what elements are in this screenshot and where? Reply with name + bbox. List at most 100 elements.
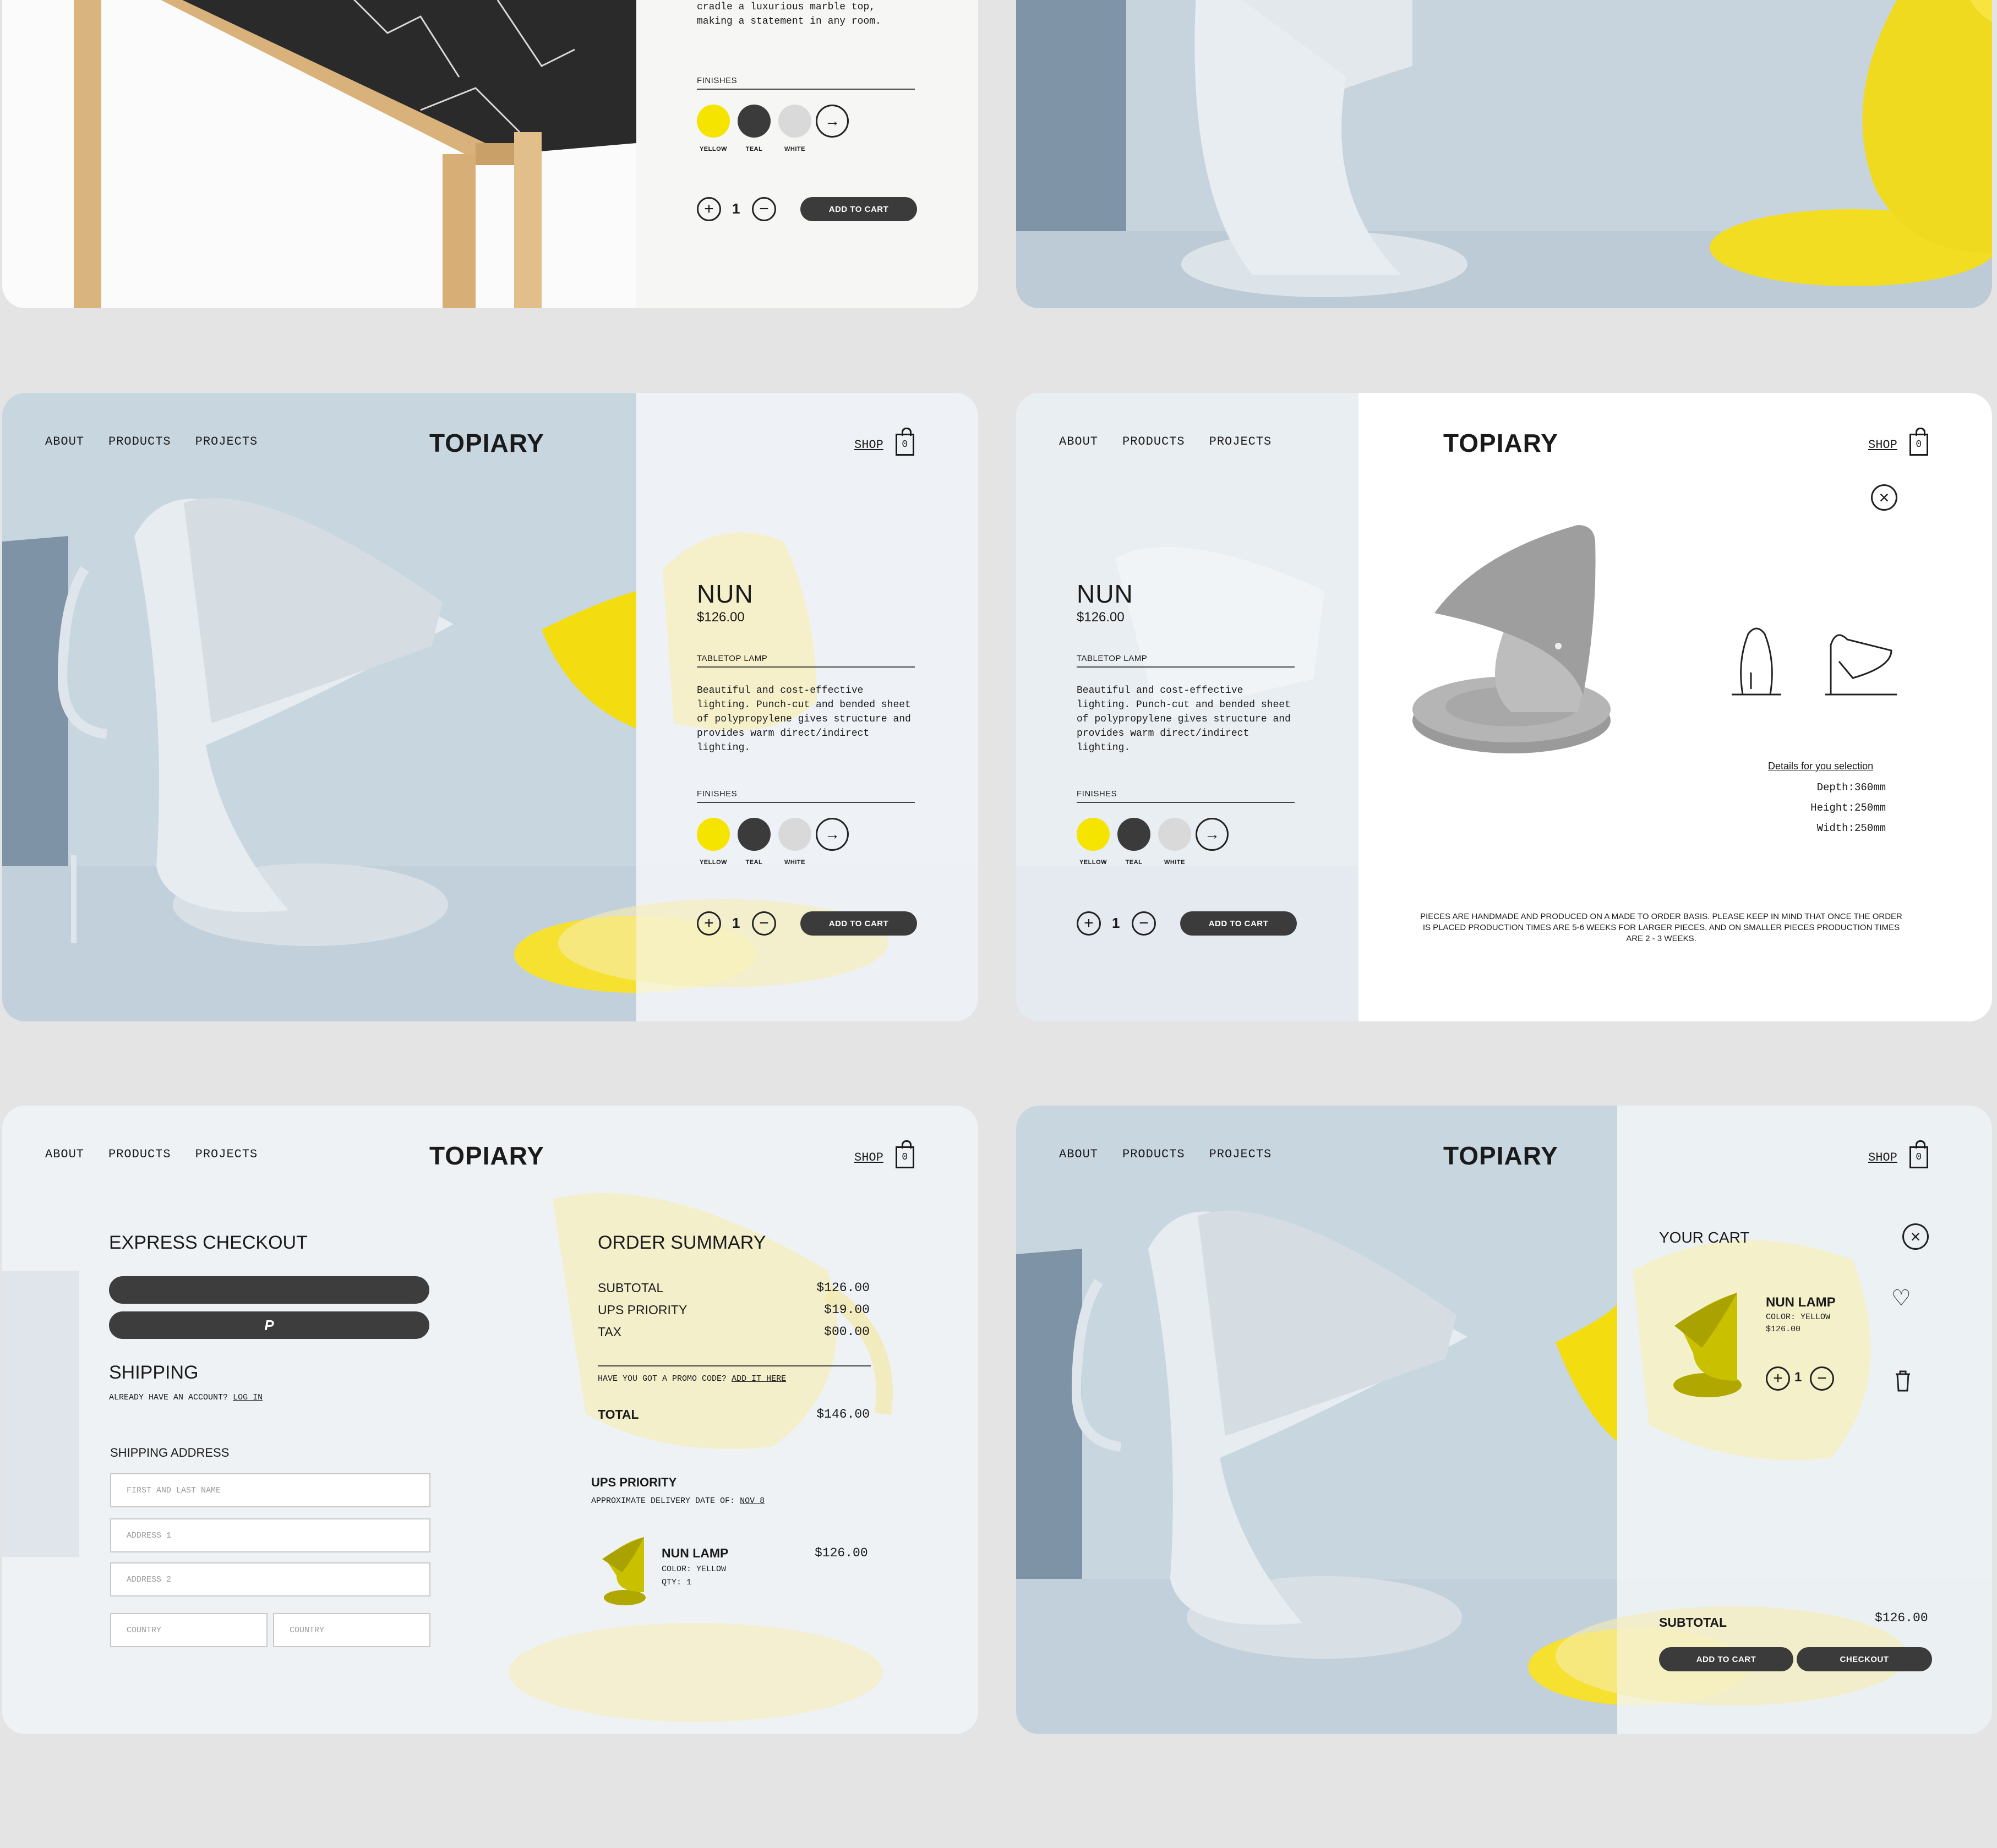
shop-label[interactable]: SHOP bbox=[1868, 1151, 1897, 1164]
apple-pay-button[interactable] bbox=[109, 1276, 429, 1304]
arrow-right-icon[interactable]: → bbox=[816, 105, 849, 138]
address2-field[interactable]: ADDRESS 2 bbox=[110, 1562, 430, 1597]
swatch-teal[interactable] bbox=[738, 818, 771, 851]
nav-products[interactable]: PRODUCTS bbox=[108, 435, 171, 449]
plus-icon[interactable]: + bbox=[1077, 911, 1101, 936]
delivery-date[interactable]: NOV 8 bbox=[740, 1496, 765, 1506]
promo-link[interactable]: ADD IT HERE bbox=[732, 1374, 786, 1384]
order-summary-title: ORDER SUMMARY bbox=[598, 1232, 766, 1253]
checkout-button[interactable]: CHECKOUT bbox=[1797, 1647, 1932, 1671]
swatch-white[interactable] bbox=[778, 818, 811, 851]
cart-subtotal-value: $126.00 bbox=[1875, 1611, 1928, 1625]
bag-icon[interactable]: 0 bbox=[1909, 428, 1928, 456]
main-nav: ABOUT PRODUCTS PROJECTS bbox=[1059, 1147, 1272, 1161]
tax-row: TAX $00.00 bbox=[598, 1325, 870, 1339]
login-link[interactable]: LOG IN bbox=[233, 1393, 263, 1402]
quantity-value: 1 bbox=[732, 200, 740, 217]
swatch-yellow[interactable] bbox=[697, 105, 730, 138]
arrow-right-icon[interactable]: → bbox=[1196, 818, 1229, 851]
shop-label[interactable]: SHOP bbox=[854, 438, 883, 452]
delivery-prompt-text: APPROXIMATE DELIVERY DATE OF: bbox=[591, 1496, 735, 1506]
add-to-cart-button[interactable]: ADD TO CART bbox=[800, 911, 917, 936]
country-field[interactable]: COUNTRY bbox=[110, 1613, 268, 1647]
nav-about[interactable]: ABOUT bbox=[1059, 435, 1098, 449]
swatch-label: YELLOW bbox=[1079, 859, 1107, 866]
cart-add-to-cart-button[interactable]: ADD TO CART bbox=[1659, 1647, 1793, 1671]
bag-icon[interactable]: 0 bbox=[895, 1140, 914, 1168]
product-details-card: ABOUT PRODUCTS PROJECTS TOPIARY SHOP 0 NU… bbox=[1016, 393, 1992, 1021]
nav-projects[interactable]: PROJECTS bbox=[1209, 1147, 1272, 1161]
main-nav: ABOUT PRODUCTS PROJECTS bbox=[45, 1147, 258, 1161]
nav-products[interactable]: PRODUCTS bbox=[108, 1147, 171, 1161]
nav-projects[interactable]: PROJECTS bbox=[195, 1147, 258, 1161]
product-name: NUN bbox=[1077, 579, 1133, 608]
swatch-label: YELLOW bbox=[699, 859, 728, 866]
name-field[interactable]: FIRST AND LAST NAME bbox=[110, 1473, 430, 1507]
paypal-button[interactable]: P bbox=[109, 1311, 429, 1339]
nav-products[interactable]: PRODUCTS bbox=[1122, 1147, 1185, 1161]
logo[interactable]: TOPIARY bbox=[1443, 1141, 1558, 1171]
main-nav: ABOUT PRODUCTS PROJECTS bbox=[45, 435, 258, 449]
minus-icon[interactable]: − bbox=[752, 911, 776, 936]
swatch-white[interactable] bbox=[778, 105, 811, 138]
cart-card: ABOUT PRODUCTS PROJECTS TOPIARY SHOP 0 YO… bbox=[1016, 1106, 1992, 1734]
delivery-prompt: APPROXIMATE DELIVERY DATE OF: NOV 8 bbox=[591, 1496, 765, 1506]
nav-about[interactable]: ABOUT bbox=[45, 435, 84, 449]
bag-icon[interactable]: 0 bbox=[1909, 1140, 1928, 1168]
details-link[interactable]: Details for you selection bbox=[1768, 761, 1873, 772]
heart-icon[interactable]: ♡ bbox=[1891, 1287, 1911, 1309]
paypal-icon: P bbox=[264, 1316, 274, 1333]
express-checkout-title: EXPRESS CHECKOUT bbox=[109, 1232, 308, 1253]
lamp-render bbox=[1412, 525, 1611, 753]
trash-icon[interactable] bbox=[1894, 1370, 1912, 1392]
nav-about[interactable]: ABOUT bbox=[1059, 1147, 1098, 1161]
add-to-cart-button[interactable]: ADD TO CART bbox=[1180, 911, 1297, 936]
logo[interactable]: TOPIARY bbox=[429, 1141, 544, 1171]
plus-icon[interactable]: + bbox=[1766, 1366, 1790, 1391]
address1-field[interactable]: ADDRESS 1 bbox=[110, 1518, 430, 1552]
total-row: TOTAL $146.00 bbox=[598, 1407, 870, 1422]
category-label: TABLETOP LAMP bbox=[1077, 654, 1295, 668]
shop-link[interactable]: SHOP 0 bbox=[854, 1140, 914, 1168]
minus-icon[interactable]: − bbox=[1132, 911, 1156, 936]
shop-link[interactable]: SHOP 0 bbox=[854, 428, 914, 456]
product-price: $126.00 bbox=[697, 610, 745, 625]
swatch-label: WHITE bbox=[784, 859, 805, 866]
plus-icon[interactable]: + bbox=[697, 911, 721, 936]
item-thumbnail bbox=[602, 1537, 646, 1605]
nav-about[interactable]: ABOUT bbox=[45, 1147, 84, 1161]
shop-label[interactable]: SHOP bbox=[854, 1151, 883, 1164]
minus-icon[interactable]: − bbox=[1810, 1366, 1834, 1391]
lamp-photo bbox=[1016, 0, 1992, 308]
width-value: Width:250mm bbox=[1816, 822, 1886, 834]
nav-products[interactable]: PRODUCTS bbox=[1122, 435, 1185, 449]
cart-title: YOUR CART bbox=[1659, 1229, 1750, 1246]
logo[interactable]: TOPIARY bbox=[429, 428, 544, 458]
swatch-yellow[interactable] bbox=[697, 818, 730, 851]
swatch-yellow[interactable] bbox=[1077, 818, 1110, 851]
nav-projects[interactable]: PROJECTS bbox=[195, 435, 258, 449]
shipping-value: $19.00 bbox=[824, 1303, 870, 1317]
country-field-2[interactable]: COUNTRY bbox=[273, 1613, 430, 1647]
shop-link[interactable]: SHOP 0 bbox=[1868, 1140, 1928, 1168]
add-to-cart-button[interactable]: ADD TO CART bbox=[800, 197, 917, 221]
swatch-white[interactable] bbox=[1158, 818, 1191, 851]
shop-link[interactable]: SHOP 0 bbox=[1868, 428, 1928, 456]
cart-count: 0 bbox=[902, 1152, 908, 1163]
tax-label: TAX bbox=[598, 1325, 622, 1339]
nav-projects[interactable]: PROJECTS bbox=[1209, 435, 1272, 449]
shop-label[interactable]: SHOP bbox=[1868, 438, 1897, 452]
swatch-label: WHITE bbox=[784, 146, 805, 152]
bag-icon[interactable]: 0 bbox=[895, 428, 914, 456]
summary-divider bbox=[598, 1365, 871, 1366]
close-icon[interactable]: × bbox=[1871, 484, 1897, 511]
lamp-line-drawings bbox=[1732, 627, 1897, 696]
swatch-teal[interactable] bbox=[738, 105, 771, 138]
lamp-hero-card bbox=[1016, 0, 1992, 308]
swatch-teal[interactable] bbox=[1117, 818, 1150, 851]
close-icon[interactable]: × bbox=[1902, 1223, 1929, 1250]
plus-icon[interactable]: + bbox=[697, 197, 721, 221]
minus-icon[interactable]: − bbox=[752, 197, 776, 221]
arrow-right-icon[interactable]: → bbox=[816, 818, 849, 851]
logo[interactable]: TOPIARY bbox=[1443, 428, 1558, 458]
